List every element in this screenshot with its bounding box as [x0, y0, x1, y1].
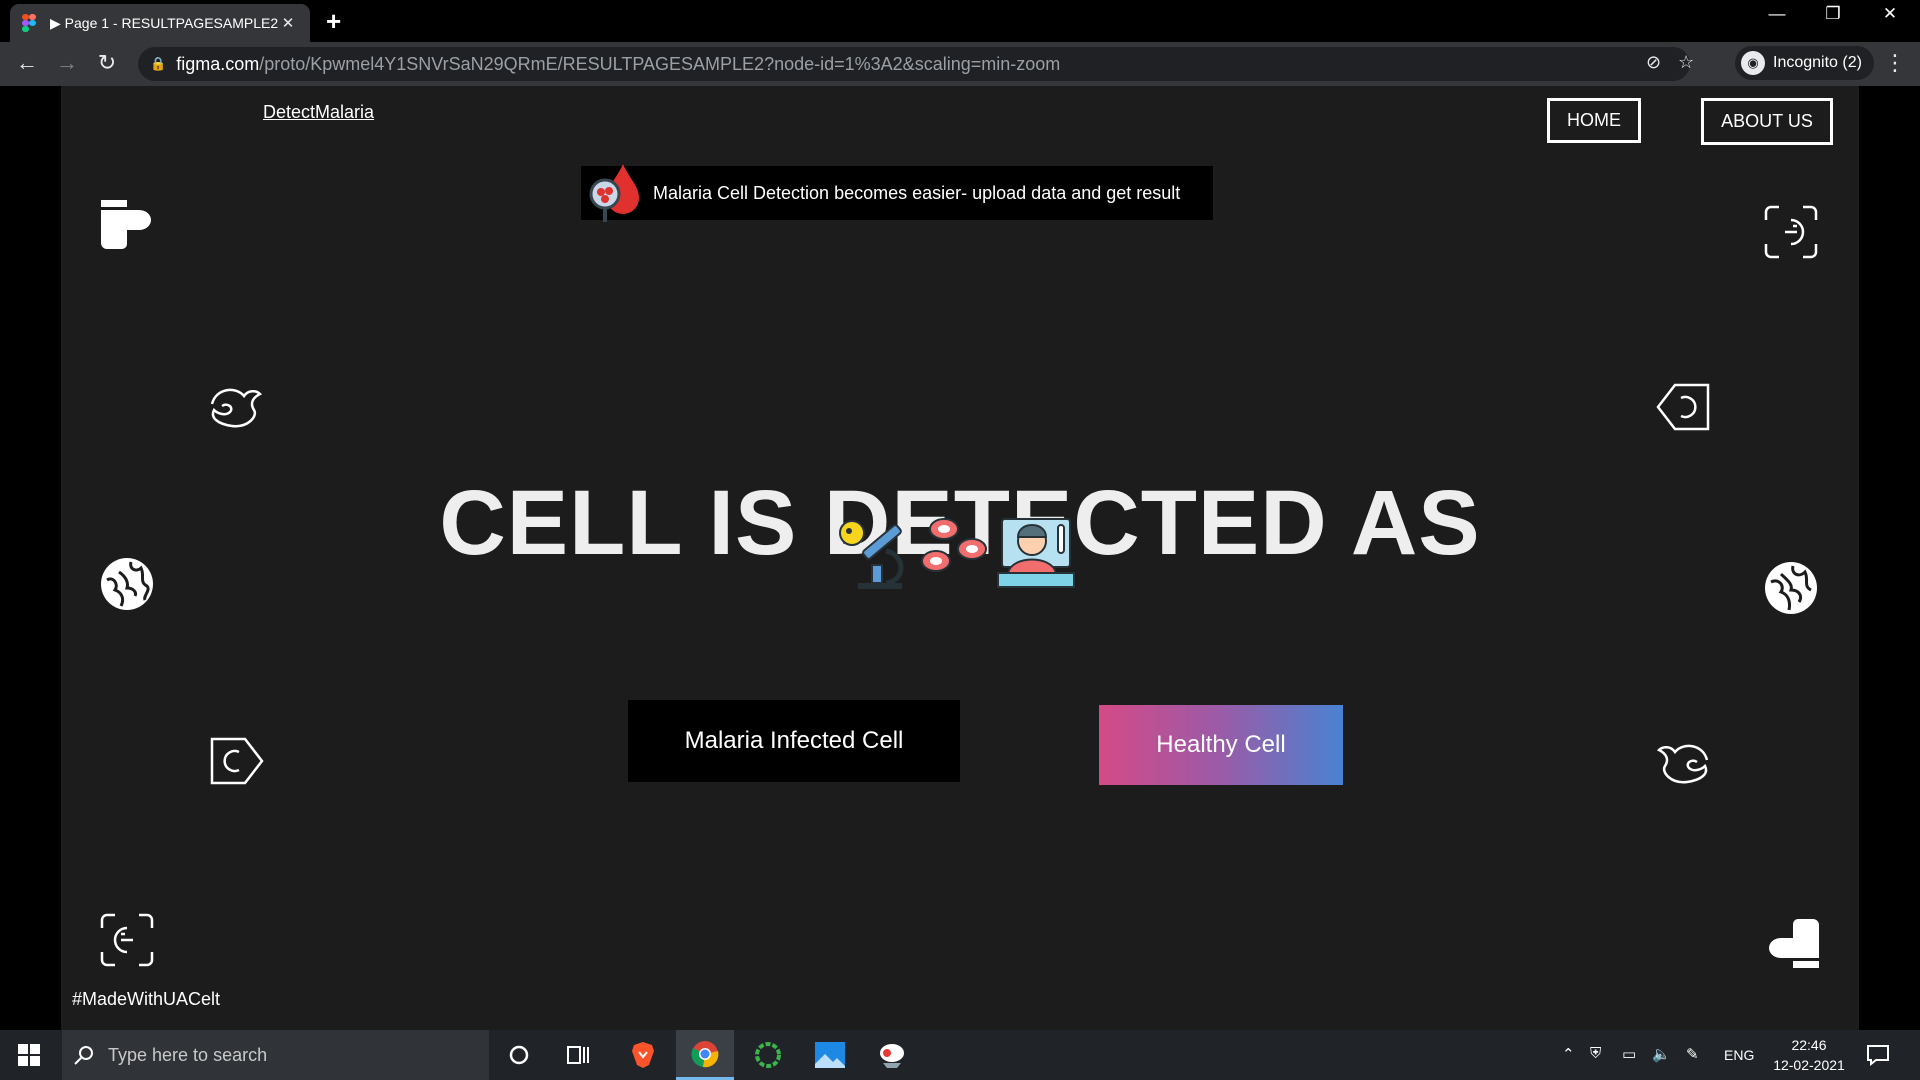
figma-icon	[22, 14, 40, 32]
close-window-button[interactable]: ✕	[1870, 4, 1910, 24]
forward-icon[interactable]: →	[52, 50, 82, 76]
language-indicator[interactable]: ENG	[1724, 1047, 1754, 1063]
browser-tab[interactable]: ▶ Page 1 - RESULTPAGESAMPLE2 ✕	[10, 4, 310, 42]
browser-menu-icon[interactable]: ⋮	[1884, 50, 1906, 76]
result-page-frame: DetectMalaria HOME ABOUT US Malaria Cell…	[61, 86, 1859, 1030]
chrome-icon[interactable]	[676, 1030, 734, 1080]
clock-date: 12-02-2021	[1773, 1057, 1845, 1073]
minimize-button[interactable]: —	[1757, 4, 1797, 24]
incognito-profile-button[interactable]: ◉ Incognito (2)	[1735, 46, 1874, 80]
photos-icon[interactable]	[801, 1030, 859, 1080]
back-icon[interactable]: ←	[12, 50, 42, 76]
face-scan-right-icon	[1764, 205, 1818, 259]
pointing-hand-icon	[101, 200, 151, 249]
tab-title: ▶ Page 1 - RESULTPAGESAMPLE2	[50, 14, 278, 31]
reload-icon[interactable]: ↻	[92, 50, 122, 76]
about-us-button[interactable]: ABOUT US	[1701, 98, 1833, 145]
url-path: /proto/Kpwmel4Y1SNVrSaN29QRmE/RESULTPAGE…	[259, 53, 1061, 74]
prototype-viewport: DetectMalaria HOME ABOUT US Malaria Cell…	[0, 86, 1920, 1030]
new-tab-button[interactable]: +	[326, 6, 341, 37]
browser-tab-strip: ▶ Page 1 - RESULTPAGESAMPLE2 ✕ + — ❐ ✕	[0, 0, 1920, 42]
brand-link[interactable]: DetectMalaria	[263, 102, 374, 123]
home-button[interactable]: HOME	[1547, 98, 1641, 143]
search-placeholder: Type here to search	[108, 1044, 268, 1065]
volume-icon[interactable]: 🔈	[1652, 1045, 1671, 1063]
address-bar[interactable]: 🔒 figma.com/proto/Kpwmel4Y1SNVrSaN29QRmE…	[138, 47, 1694, 81]
url-host: figma.com	[176, 53, 260, 74]
tag-shape-icon	[210, 737, 264, 785]
bookmark-star-icon[interactable]: ☆	[1678, 52, 1694, 73]
clock-time: 22:46	[1791, 1037, 1827, 1053]
lock-icon: 🔒	[150, 56, 167, 71]
windows-taskbar: Type here to search ⌃ ⛨ ▭ 🔈 ✎ ENG 22:46 …	[0, 1030, 1920, 1080]
taskbar-search-box[interactable]: Type here to search	[62, 1030, 489, 1080]
cortana-icon[interactable]	[490, 1030, 548, 1080]
profile-label: Incognito (2)	[1773, 54, 1862, 71]
app-icon[interactable]	[863, 1030, 921, 1080]
incognito-icon: ◉	[1741, 51, 1765, 75]
refresh-app-icon[interactable]	[739, 1030, 797, 1080]
info-banner: Malaria Cell Detection becomes easier- u…	[581, 164, 1213, 222]
made-with-tag: #MadeWithUACelt	[72, 989, 221, 1009]
notifications-icon[interactable]	[1866, 1044, 1890, 1066]
pen-icon[interactable]: ✎	[1686, 1045, 1699, 1063]
blood-drop-magnifier-icon	[589, 164, 639, 222]
pointing-hand-right-icon	[1769, 919, 1819, 968]
banner-text: Malaria Cell Detection becomes easier- u…	[653, 182, 1181, 203]
lab-illustration-icon	[839, 518, 1075, 589]
swirl-shape-right-icon	[1656, 744, 1709, 784]
close-tab-icon[interactable]: ✕	[278, 14, 298, 32]
tracking-blocked-icon[interactable]: ⊘	[1646, 52, 1661, 73]
system-clock[interactable]: 22:46 12-02-2021	[1764, 1035, 1854, 1075]
battery-icon[interactable]: ▭	[1622, 1045, 1636, 1063]
healthy-cell-button[interactable]: Healthy Cell	[1099, 705, 1343, 785]
task-view-icon[interactable]	[550, 1030, 608, 1080]
brave-icon[interactable]	[614, 1030, 672, 1080]
url-text: figma.com/proto/Kpwmel4Y1SNVrSaN29QRmE/R…	[176, 54, 1060, 75]
face-scan-icon	[100, 913, 154, 967]
malaria-infected-cell-button[interactable]: Malaria Infected Cell	[628, 700, 960, 782]
browser-toolbar: ← → ↻ 🔒 figma.com/proto/Kpwmel4Y1SNVrSaN…	[0, 42, 1920, 86]
restore-button[interactable]: ❐	[1813, 4, 1853, 24]
security-icon[interactable]: ⛨	[1590, 1045, 1601, 1062]
windows-start-icon[interactable]	[18, 1044, 40, 1066]
search-icon	[74, 1046, 93, 1065]
show-hidden-icons-icon[interactable]: ⌃	[1562, 1045, 1575, 1063]
tag-shape-right-icon	[1656, 383, 1710, 431]
swirl-shape-icon	[210, 388, 263, 428]
